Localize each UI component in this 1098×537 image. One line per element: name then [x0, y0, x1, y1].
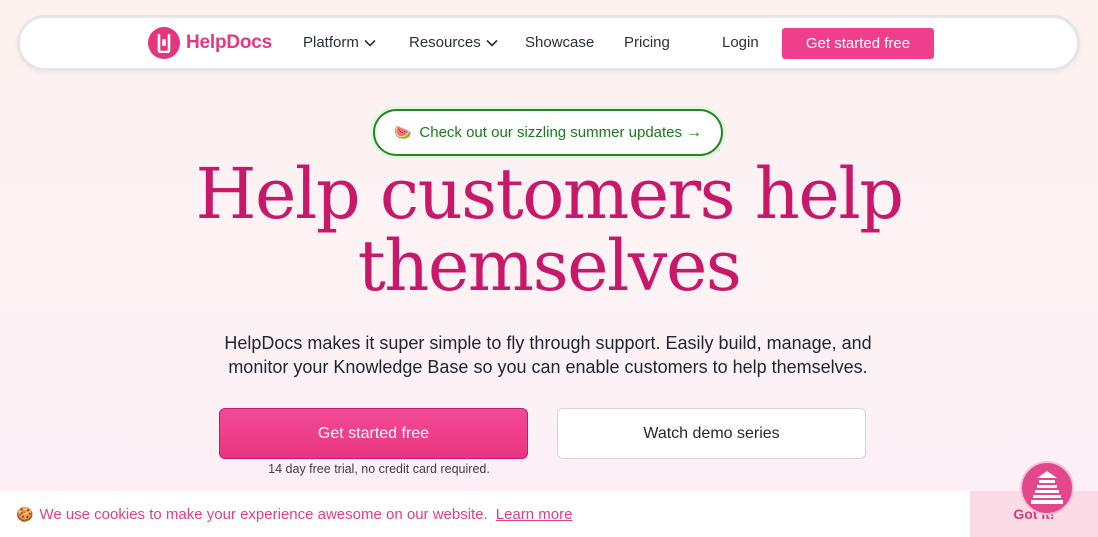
get-started-button[interactable]: Get started free: [219, 408, 528, 459]
top-navigation: HelpDocs Platform Resources Showcase Pri…: [17, 15, 1080, 71]
hero-headline-line-1: Help customers help: [195, 153, 904, 235]
hero-headline: Help customers help themselves: [0, 158, 1098, 302]
nav-resources-label: Resources: [409, 34, 481, 51]
helpdocs-logo-icon: [148, 27, 180, 59]
announcement-text: Check out our sizzling summer updates: [419, 124, 683, 141]
nav-platform-label: Platform: [303, 34, 359, 51]
login-link[interactable]: Login: [722, 34, 759, 51]
nav-resources[interactable]: Resources: [409, 34, 498, 51]
nav-pricing[interactable]: Pricing: [624, 34, 670, 51]
nav-platform[interactable]: Platform: [303, 34, 376, 51]
brand-name: HelpDocs: [186, 32, 273, 53]
trial-note: 14 day free trial, no credit card requir…: [268, 462, 490, 476]
hero-headline-line-2: themselves: [357, 225, 742, 307]
nav-showcase[interactable]: Showcase: [525, 34, 594, 51]
arrow-right-icon: →: [686, 123, 703, 141]
nav-get-started-button[interactable]: Get started free: [782, 28, 934, 59]
watch-demo-button[interactable]: Watch demo series: [557, 408, 866, 459]
announcement-pill[interactable]: 🍉 Check out our sizzling summer updates …: [373, 109, 723, 156]
nav-pricing-label: Pricing: [624, 34, 670, 51]
cookie-message: We use cookies to make your experience a…: [39, 505, 488, 523]
nav-showcase-label: Showcase: [525, 34, 595, 51]
chevron-down-icon: [486, 39, 498, 47]
cookie-icon: 🍪: [16, 505, 34, 522]
watermelon-icon: 🍉: [393, 124, 412, 140]
hero-subtitle: HelpDocs makes it super simple to fly th…: [224, 333, 872, 377]
cookie-banner: 🍪 We use cookies to make your experience…: [0, 491, 1098, 537]
chevron-down-icon: [364, 39, 376, 47]
learn-more-link[interactable]: Learn more: [496, 506, 573, 523]
brand-logo[interactable]: HelpDocs: [148, 27, 272, 59]
help-widget-button[interactable]: [1020, 461, 1074, 515]
helpdesk-lighthouse-icon: [1031, 471, 1063, 504]
